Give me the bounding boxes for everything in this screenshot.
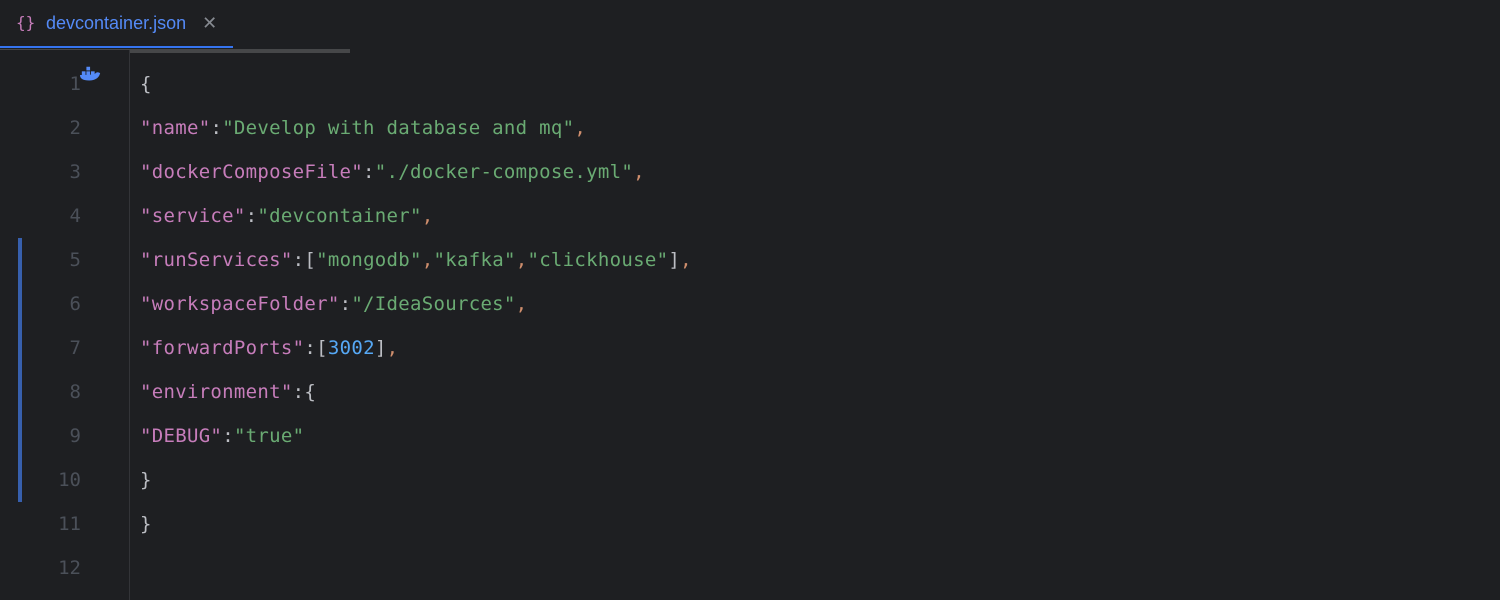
line-number[interactable]: 12	[0, 546, 129, 590]
code-line: "runServices": ["mongodb", "kafka", "cli…	[140, 238, 1500, 282]
code-line: "dockerComposeFile": "./docker-compose.y…	[140, 150, 1500, 194]
line-number[interactable]: 3	[0, 150, 129, 194]
code-line: "service": "devcontainer",	[140, 194, 1500, 238]
code-line: "workspaceFolder": "/IdeaSources",	[140, 282, 1500, 326]
line-number[interactable]: 7	[0, 326, 129, 370]
code-line: "name": "Develop with database and mq",	[140, 106, 1500, 150]
code-line: }	[140, 502, 1500, 546]
line-number[interactable]: 8	[0, 370, 129, 414]
line-number[interactable]: 9	[0, 414, 129, 458]
gutter: 1 2 3 4 5 6 7 8 9 10 11 12	[0, 50, 130, 600]
line-number[interactable]: 4	[0, 194, 129, 238]
code-line: {	[140, 62, 1500, 106]
close-icon[interactable]: ✕	[202, 13, 217, 34]
svg-text:{}: {}	[16, 13, 35, 32]
line-number[interactable]: 6	[0, 282, 129, 326]
line-number[interactable]: 10	[0, 458, 129, 502]
editor-area: 1 2 3 4 5 6 7 8 9 10 11 12 { "name": "De…	[0, 50, 1500, 600]
code-line: "DEBUG": "true"	[140, 414, 1500, 458]
code-content[interactable]: { "name": "Develop with database and mq"…	[130, 50, 1500, 600]
code-line: }	[140, 458, 1500, 502]
code-line	[140, 546, 1500, 590]
line-number[interactable]: 1	[0, 62, 129, 106]
line-number[interactable]: 11	[0, 502, 129, 546]
line-number[interactable]: 5	[0, 238, 129, 282]
line-number[interactable]: 2	[0, 106, 129, 150]
code-line: "forwardPorts": [3002],	[140, 326, 1500, 370]
tab-title: devcontainer.json	[46, 13, 186, 34]
tab-bar: {} devcontainer.json ✕	[0, 0, 1500, 50]
editor-tab-devcontainer[interactable]: {} devcontainer.json ✕	[0, 0, 233, 48]
code-line: "environment": {	[140, 370, 1500, 414]
json-file-icon: {}	[16, 13, 36, 33]
